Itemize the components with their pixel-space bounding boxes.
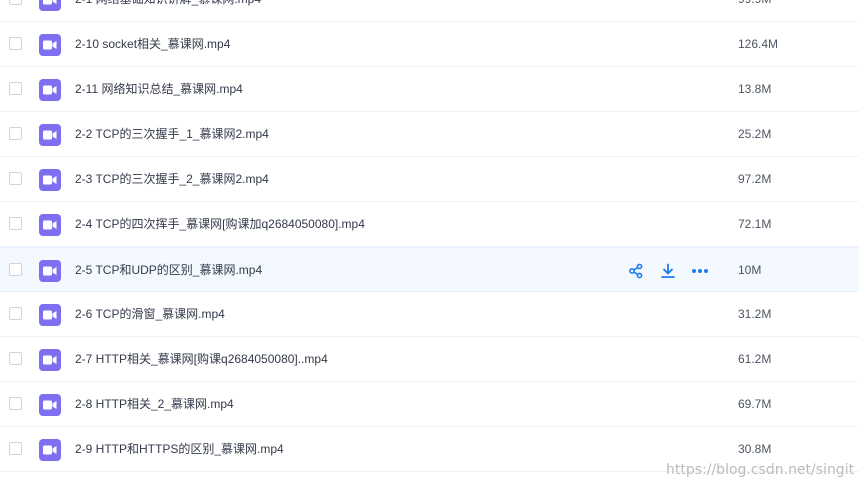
- file-row[interactable]: 2-6 TCP的滑窗_慕课网.mp4 31.2M: [0, 292, 859, 337]
- row-checkbox[interactable]: [9, 442, 22, 455]
- file-row[interactable]: 2-8 HTTP相关_2_慕课网.mp4 69.7M: [0, 382, 859, 427]
- file-name[interactable]: 2-6 TCP的滑窗_慕课网.mp4: [75, 292, 225, 337]
- file-name[interactable]: 2-8 HTTP相关_2_慕课网.mp4: [75, 382, 234, 427]
- file-name[interactable]: 2-11 网络知识总结_慕课网.mp4: [75, 67, 243, 112]
- row-checkbox[interactable]: [9, 352, 22, 365]
- file-name[interactable]: 2-4 TCP的四次挥手_慕课网[购课加q2684050080].mp4: [75, 202, 365, 247]
- row-checkbox[interactable]: [9, 307, 22, 320]
- file-name[interactable]: 2-9 HTTP和HTTPS的区别_慕课网.mp4: [75, 427, 284, 472]
- video-icon: [39, 0, 61, 11]
- file-size: 72.1M: [738, 217, 772, 231]
- download-icon[interactable]: [659, 262, 677, 280]
- file-size: 126.4M: [738, 37, 779, 51]
- share-icon[interactable]: [627, 262, 645, 280]
- video-icon: [39, 34, 61, 56]
- row-checkbox[interactable]: [9, 37, 22, 50]
- row-actions: [627, 262, 709, 280]
- file-size: 99.9M: [738, 0, 771, 22]
- video-icon: [39, 304, 61, 326]
- video-icon: [39, 124, 61, 146]
- file-list: 2-1 网络基础知识讲解_慕课网.mp4 99.9M 2-10 socket相关…: [0, 0, 859, 472]
- file-size: 13.8M: [738, 82, 772, 96]
- file-row[interactable]: 2-1 网络基础知识讲解_慕课网.mp4 99.9M: [0, 0, 859, 22]
- file-name[interactable]: 2-10 socket相关_慕课网.mp4: [75, 22, 230, 67]
- file-row[interactable]: 2-7 HTTP相关_慕课网[购课q2684050080]..mp4 61.2M: [0, 337, 859, 382]
- file-size: 10M: [738, 263, 762, 277]
- video-icon: [39, 79, 61, 101]
- video-icon: [39, 214, 61, 236]
- file-row-hovered[interactable]: 2-5 TCP和UDP的区别_慕课网.mp4 10M: [0, 247, 859, 292]
- file-size: 69.7M: [738, 397, 772, 411]
- file-size: 31.2M: [738, 307, 772, 321]
- video-icon: [39, 169, 61, 191]
- row-checkbox[interactable]: [9, 0, 22, 5]
- file-size: 25.2M: [738, 127, 772, 141]
- row-checkbox[interactable]: [9, 127, 22, 140]
- row-checkbox[interactable]: [9, 397, 22, 410]
- file-name[interactable]: 2-3 TCP的三次握手_2_慕课网2.mp4: [75, 157, 269, 202]
- file-row[interactable]: 2-2 TCP的三次握手_1_慕课网2.mp4 25.2M: [0, 112, 859, 157]
- row-checkbox[interactable]: [9, 263, 22, 276]
- row-checkbox[interactable]: [9, 217, 22, 230]
- video-icon: [39, 260, 61, 282]
- video-icon: [39, 349, 61, 371]
- file-name[interactable]: 2-7 HTTP相关_慕课网[购课q2684050080]..mp4: [75, 337, 328, 382]
- file-row[interactable]: 2-11 网络知识总结_慕课网.mp4 13.8M: [0, 67, 859, 112]
- file-name[interactable]: 2-1 网络基础知识讲解_慕课网.mp4: [75, 0, 261, 22]
- more-icon[interactable]: [691, 262, 709, 280]
- file-row[interactable]: 2-4 TCP的四次挥手_慕课网[购课加q2684050080].mp4 72.…: [0, 202, 859, 247]
- file-name[interactable]: 2-5 TCP和UDP的区别_慕课网.mp4: [75, 248, 262, 293]
- file-size: 61.2M: [738, 352, 772, 366]
- file-name[interactable]: 2-2 TCP的三次握手_1_慕课网2.mp4: [75, 112, 269, 157]
- row-checkbox[interactable]: [9, 82, 22, 95]
- row-checkbox[interactable]: [9, 172, 22, 185]
- video-icon: [39, 394, 61, 416]
- watermark: https://blog.csdn.net/singit: [666, 462, 855, 478]
- file-size: 97.2M: [738, 172, 772, 186]
- file-row[interactable]: 2-3 TCP的三次握手_2_慕课网2.mp4 97.2M: [0, 157, 859, 202]
- file-row[interactable]: 2-10 socket相关_慕课网.mp4 126.4M: [0, 22, 859, 67]
- video-icon: [39, 439, 61, 461]
